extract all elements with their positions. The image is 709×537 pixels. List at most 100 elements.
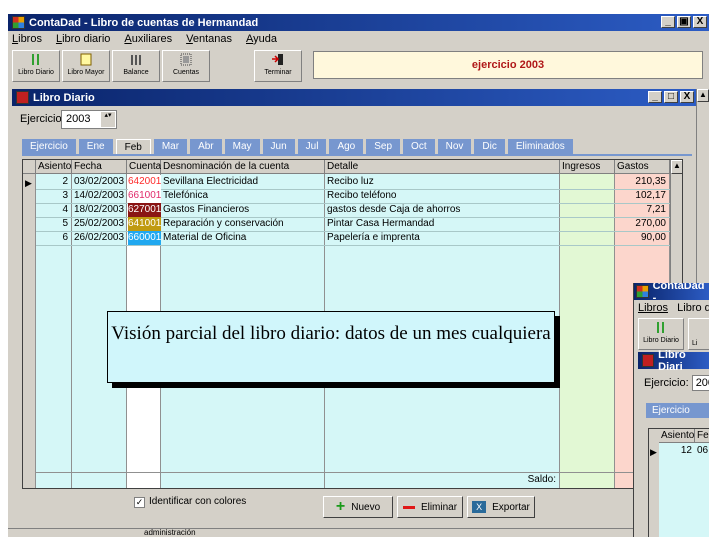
- menu-ayuda[interactable]: Ayuda: [246, 33, 277, 45]
- eliminar-button[interactable]: Eliminar: [397, 496, 463, 518]
- overlay-diario-button[interactable]: Libro Diario: [638, 318, 684, 350]
- cell-fecha[interactable]: 03/02/2003: [74, 175, 126, 189]
- cell-detalle[interactable]: gastos desde Caja de ahorros: [327, 203, 559, 217]
- cell-nombre[interactable]: Gastos Financieros: [163, 203, 324, 217]
- cell-ingresos[interactable]: [562, 217, 614, 231]
- header-ingresos[interactable]: Ingresos: [560, 160, 615, 174]
- cell-gastos[interactable]: 210,35: [617, 175, 669, 189]
- menu-auxiliares[interactable]: Auxiliares: [124, 33, 172, 45]
- child-minimize-button[interactable]: _: [648, 91, 662, 103]
- menu-libros[interactable]: Libros: [12, 33, 42, 45]
- tab-ago[interactable]: Ago: [329, 139, 364, 154]
- cell-fecha[interactable]: 26/02/2003: [74, 231, 126, 245]
- annotation-callout: Visión parcial del libro diario: datos d…: [107, 311, 555, 383]
- overlay-ejercicio: Ejercicio: 200: [644, 375, 709, 391]
- overlay-mayor-button[interactable]: Li: [688, 318, 709, 350]
- tab-may[interactable]: May: [224, 139, 260, 154]
- cell-cuenta[interactable]: 660001: [128, 231, 161, 245]
- tab-ene[interactable]: Ene: [78, 139, 113, 154]
- cell-gastos[interactable]: 7,21: [617, 203, 669, 217]
- exportar-button[interactable]: X Exportar: [467, 496, 535, 518]
- mayor-icon: [80, 53, 92, 66]
- child-maximize-button[interactable]: □: [664, 91, 678, 103]
- header-detalle[interactable]: Detalle: [325, 160, 560, 174]
- header-gastos[interactable]: Gastos: [615, 160, 670, 174]
- header-nombre[interactable]: Desnominación de la cuenta: [161, 160, 325, 174]
- cell-fecha[interactable]: 14/02/2003: [74, 189, 126, 203]
- cell-fecha[interactable]: 25/02/2003: [74, 217, 126, 231]
- tab-mar[interactable]: Mar: [153, 139, 188, 154]
- tab-nov[interactable]: Nov: [437, 139, 472, 154]
- ejercicio-spinner[interactable]: ▴▾: [101, 112, 115, 127]
- header-indicator: [23, 160, 36, 174]
- tab-abr[interactable]: Abr: [190, 139, 222, 154]
- tab-jun[interactable]: Jun: [262, 139, 295, 154]
- row-divider: [36, 245, 670, 246]
- cell-detalle[interactable]: Recibo luz: [327, 175, 559, 189]
- cell-cuenta[interactable]: 641001: [128, 217, 161, 231]
- cell-nombre[interactable]: Sevillana Electricidad: [163, 175, 324, 189]
- exit-door-icon: [272, 54, 283, 65]
- cell-asiento[interactable]: 5: [38, 217, 71, 231]
- child-close-button[interactable]: X: [680, 91, 694, 103]
- tab-ejercicio[interactable]: Ejercicio: [22, 139, 76, 154]
- overlay-menu: Libros Libro d: [638, 302, 709, 314]
- tab-underline: [22, 154, 692, 156]
- cell-ingresos[interactable]: [562, 231, 614, 245]
- tab-jul[interactable]: Jul: [297, 139, 327, 154]
- header-asiento[interactable]: Asiento: [36, 160, 72, 174]
- overlay-ejercicio-input[interactable]: 200: [691, 375, 709, 391]
- terminar-button[interactable]: Terminar: [254, 50, 302, 82]
- cell-cuenta[interactable]: 627001: [128, 203, 161, 217]
- row-pointer-icon: ▶: [25, 178, 32, 188]
- cell-ingresos[interactable]: [562, 189, 614, 203]
- tab-sep[interactable]: Sep: [366, 139, 401, 154]
- minimize-button[interactable]: _: [661, 16, 675, 28]
- overlay-fecha: 06,: [697, 445, 709, 456]
- balance-button[interactable]: Balance: [112, 50, 160, 82]
- maximize-button[interactable]: ▣: [677, 16, 691, 28]
- header-fecha[interactable]: Fecha: [72, 160, 127, 174]
- ejercicio-input[interactable]: 2003 ▴▾: [61, 110, 117, 129]
- cell-nombre[interactable]: Material de Oficina: [163, 231, 324, 245]
- libro-diario-title: Libro Diario: [33, 91, 95, 104]
- tab-dic[interactable]: Dic: [474, 139, 505, 154]
- cell-asiento[interactable]: 3: [38, 189, 71, 203]
- cell-ingresos[interactable]: [562, 203, 614, 217]
- cuentas-button[interactable]: Cuentas: [162, 50, 210, 82]
- cell-ingresos[interactable]: [562, 175, 614, 189]
- overlay-tab-ejercicio[interactable]: Ejercicio: [652, 405, 690, 416]
- overlay-header-asiento[interactable]: Asiento: [659, 429, 695, 443]
- cell-cuenta[interactable]: 661001: [128, 189, 161, 203]
- cell-gastos[interactable]: 90,00: [617, 231, 669, 245]
- close-button[interactable]: X: [693, 16, 707, 28]
- nuevo-button[interactable]: + Nuevo: [323, 496, 393, 518]
- cell-gastos[interactable]: 102,17: [617, 189, 669, 203]
- menu-libro-diario[interactable]: Libro diario: [56, 33, 110, 45]
- window-icon: [16, 91, 29, 104]
- cell-detalle[interactable]: Recibo teléfono: [327, 189, 559, 203]
- cell-gastos[interactable]: 270,00: [617, 217, 669, 231]
- cuentas-icon: [180, 53, 192, 66]
- overlay-header-fecha[interactable]: Fe: [695, 429, 709, 443]
- cell-asiento[interactable]: 6: [38, 231, 71, 245]
- overlay-grid: Asiento Fe ▶ 12 06,: [648, 428, 709, 537]
- cell-nombre[interactable]: Reparación y conservación: [163, 217, 324, 231]
- cell-asiento[interactable]: 4: [38, 203, 71, 217]
- colors-checkbox[interactable]: ✓: [134, 497, 145, 508]
- overlay-app-icon: [636, 285, 649, 298]
- tab-eliminados[interactable]: Eliminados: [507, 139, 573, 154]
- minus-icon: [402, 505, 415, 509]
- libro-diario-button[interactable]: Libro Diario: [12, 50, 60, 82]
- cell-asiento[interactable]: 2: [38, 175, 71, 189]
- tab-oct[interactable]: Oct: [403, 139, 435, 154]
- cell-fecha[interactable]: 18/02/2003: [74, 203, 126, 217]
- balance-icon: [131, 55, 141, 65]
- cell-cuenta[interactable]: 642001: [128, 175, 161, 189]
- cell-nombre[interactable]: Telefónica: [163, 189, 324, 203]
- libro-mayor-button[interactable]: Libro Mayor: [62, 50, 110, 82]
- cell-detalle[interactable]: Papelería e imprenta: [327, 231, 559, 245]
- menu-ventanas[interactable]: Ventanas: [186, 33, 232, 45]
- cell-detalle[interactable]: Pintar Casa Hermandad: [327, 217, 559, 231]
- header-cuenta[interactable]: Cuenta: [127, 160, 161, 174]
